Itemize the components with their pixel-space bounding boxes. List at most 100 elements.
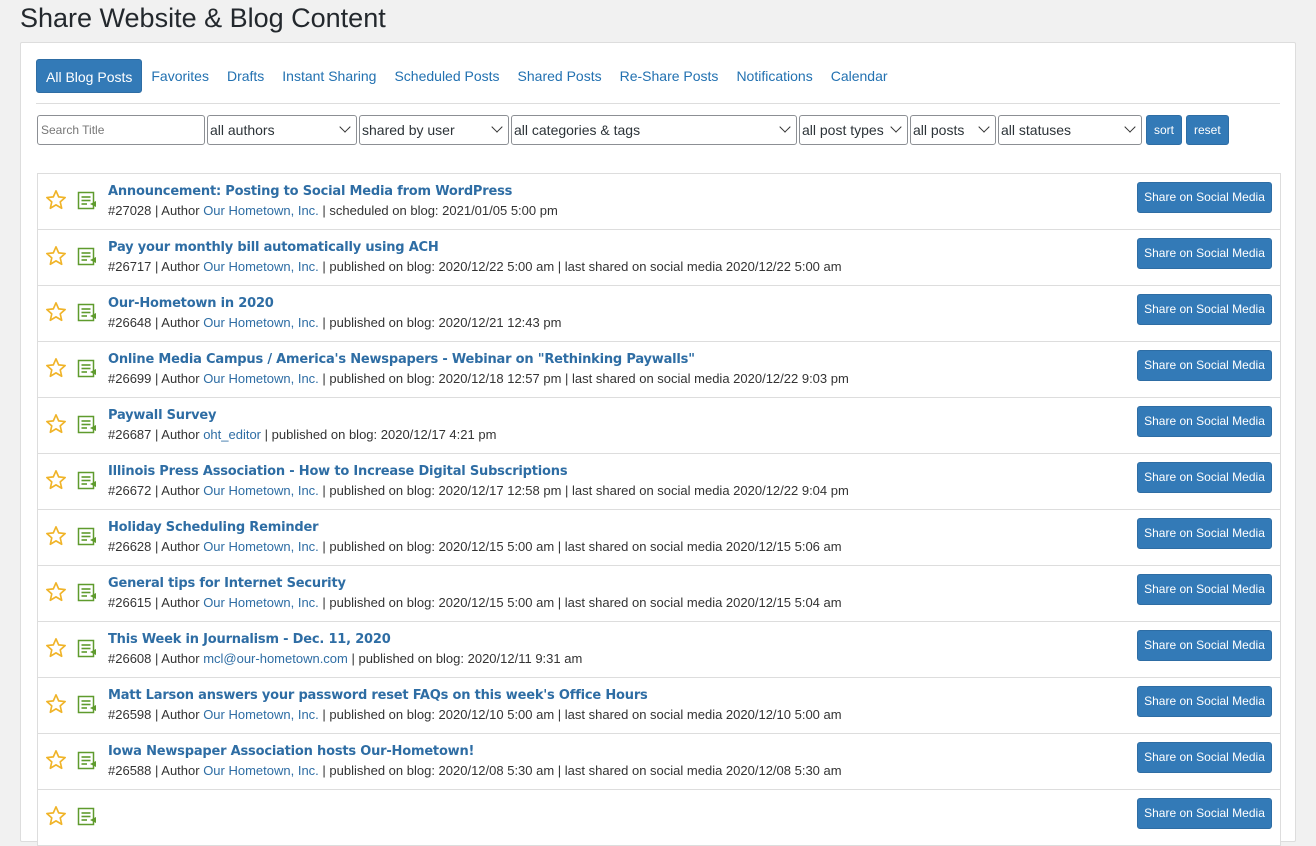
post-author-link[interactable]: Our Hometown, Inc.	[203, 595, 319, 610]
tab-all-blog-posts[interactable]: All Blog Posts	[36, 59, 143, 93]
star-icon[interactable]	[45, 189, 67, 211]
post-title-link[interactable]: Iowa Newspaper Association hosts Our-Hom…	[108, 744, 474, 759]
author-prefix: | Author	[151, 259, 204, 274]
post-id: #27028	[108, 203, 152, 218]
reset-button[interactable]: reset	[1186, 115, 1229, 145]
share-on-social-media-button[interactable]: Share on Social Media	[1137, 630, 1272, 661]
post-author-link[interactable]: Our Hometown, Inc.	[203, 371, 319, 386]
post-author-link[interactable]: Our Hometown, Inc.	[203, 539, 319, 554]
tab-re-share-posts[interactable]: Re-Share Posts	[611, 59, 728, 93]
share-on-social-media-button[interactable]: Share on Social Media	[1137, 798, 1272, 829]
star-icon[interactable]	[45, 581, 67, 603]
post-list: Announcement: Posting to Social Media fr…	[37, 173, 1281, 846]
post-status: | published on blog: 2020/12/11 9:31 am	[347, 651, 583, 666]
post-row: Online Media Campus / America's Newspape…	[38, 342, 1280, 398]
share-on-social-media-button[interactable]: Share on Social Media	[1137, 742, 1272, 773]
post-author-link[interactable]: Our Hometown, Inc.	[203, 763, 319, 778]
post-title-link[interactable]: Matt Larson answers your password reset …	[108, 688, 648, 703]
post-row: Paywall Survey #26687 | Author oht_edito…	[38, 398, 1280, 454]
categories-select-value: all categories & tags	[514, 122, 641, 138]
chevron-down-icon	[978, 121, 990, 133]
post-author-link[interactable]: Our Hometown, Inc.	[203, 315, 319, 330]
sort-button[interactable]: sort	[1146, 115, 1183, 145]
authors-select[interactable]: all authors	[207, 115, 357, 145]
star-icon[interactable]	[45, 525, 67, 547]
post-title-link[interactable]: Pay your monthly bill automatically usin…	[108, 240, 439, 255]
post-meta: #26615 | Author Our Hometown, Inc. | pub…	[108, 595, 842, 610]
post-status: | published on blog: 2020/12/22 5:00 am …	[318, 259, 842, 274]
posts-select[interactable]: all posts	[910, 115, 996, 145]
star-icon[interactable]	[45, 637, 67, 659]
post-document-icon	[77, 303, 96, 322]
post-meta: #26588 | Author Our Hometown, Inc. | pub…	[108, 763, 842, 778]
share-on-social-media-button[interactable]: Share on Social Media	[1137, 294, 1272, 325]
post-id: #26588	[108, 763, 152, 778]
post-id: #26628	[108, 539, 152, 554]
share-on-social-media-button[interactable]: Share on Social Media	[1137, 238, 1272, 269]
post-title-link[interactable]: Illinois Press Association - How to Incr…	[108, 464, 568, 479]
star-icon[interactable]	[45, 245, 67, 267]
post-title-link[interactable]: This Week in Journalism - Dec. 11, 2020	[108, 632, 391, 647]
share-on-social-media-button[interactable]: Share on Social Media	[1137, 182, 1272, 213]
search-title-input[interactable]	[37, 115, 205, 145]
star-icon[interactable]	[45, 413, 67, 435]
post-title-link[interactable]: Online Media Campus / America's Newspape…	[108, 352, 695, 367]
share-on-social-media-button[interactable]: Share on Social Media	[1137, 686, 1272, 717]
author-prefix: | Author	[151, 539, 204, 554]
statuses-select[interactable]: all statuses	[998, 115, 1142, 145]
share-on-social-media-button[interactable]: Share on Social Media	[1137, 350, 1272, 381]
post-author-link[interactable]: Our Hometown, Inc.	[203, 259, 319, 274]
post-title-link[interactable]: General tips for Internet Security	[108, 576, 346, 591]
tab-notifications[interactable]: Notifications	[727, 59, 821, 93]
post-title-link[interactable]: Holiday Scheduling Reminder	[108, 520, 319, 535]
share-on-social-media-button[interactable]: Share on Social Media	[1137, 518, 1272, 549]
page-title: Share Website & Blog Content	[20, 3, 386, 33]
post-document-icon	[77, 191, 96, 210]
post-id: #26608	[108, 651, 152, 666]
shared-by-select[interactable]: shared by user	[359, 115, 509, 145]
post-author-link[interactable]: Our Hometown, Inc.	[203, 203, 319, 218]
post-meta: #26687 | Author oht_editor | published o…	[108, 427, 496, 442]
post-document-icon	[77, 695, 96, 714]
post-document-icon	[77, 471, 96, 490]
post-row: This Week in Journalism - Dec. 11, 2020 …	[38, 622, 1280, 678]
star-icon[interactable]	[45, 693, 67, 715]
star-icon[interactable]	[45, 805, 67, 827]
tab-calendar[interactable]: Calendar	[822, 59, 897, 93]
post-id: #26648	[108, 315, 152, 330]
post-row: Holiday Scheduling Reminder #26628 | Aut…	[38, 510, 1280, 566]
post-id: #26717	[108, 259, 152, 274]
post-title-link[interactable]: Our-Hometown in 2020	[108, 296, 274, 311]
star-icon[interactable]	[45, 749, 67, 771]
categories-select[interactable]: all categories & tags	[511, 115, 797, 145]
post-row: Pay your monthly bill automatically usin…	[38, 230, 1280, 286]
tab-bar: All Blog Posts Favorites Drafts Instant …	[36, 59, 1280, 104]
post-meta: #26717 | Author Our Hometown, Inc. | pub…	[108, 259, 842, 274]
post-id: #26687	[108, 427, 152, 442]
tab-favorites[interactable]: Favorites	[142, 59, 218, 93]
post-author-link[interactable]: mcl@our-hometown.com	[203, 651, 348, 666]
post-author-link[interactable]: oht_editor	[203, 427, 261, 442]
post-author-link[interactable]: Our Hometown, Inc.	[203, 707, 319, 722]
post-status: | published on blog: 2020/12/17 12:58 pm…	[318, 483, 849, 498]
post-title-link[interactable]: Paywall Survey	[108, 408, 216, 423]
tab-shared-posts[interactable]: Shared Posts	[509, 59, 611, 93]
post-author-link[interactable]: Our Hometown, Inc.	[203, 483, 319, 498]
author-prefix: | Author	[151, 763, 204, 778]
post-document-icon	[77, 415, 96, 434]
post-status: | published on blog: 2020/12/15 5:00 am …	[318, 595, 842, 610]
post-title-link[interactable]: Announcement: Posting to Social Media fr…	[108, 184, 512, 199]
chevron-down-icon	[491, 121, 503, 133]
tab-instant-sharing[interactable]: Instant Sharing	[273, 59, 385, 93]
star-icon[interactable]	[45, 301, 67, 323]
tab-drafts[interactable]: Drafts	[218, 59, 273, 93]
share-on-social-media-button[interactable]: Share on Social Media	[1137, 406, 1272, 437]
share-on-social-media-button[interactable]: Share on Social Media	[1137, 462, 1272, 493]
share-on-social-media-button[interactable]: Share on Social Media	[1137, 574, 1272, 605]
star-icon[interactable]	[45, 357, 67, 379]
tab-scheduled-posts[interactable]: Scheduled Posts	[385, 59, 508, 93]
post-id: #26672	[108, 483, 152, 498]
post-types-select[interactable]: all post types	[799, 115, 908, 145]
star-icon[interactable]	[45, 469, 67, 491]
post-meta: #26648 | Author Our Hometown, Inc. | pub…	[108, 315, 561, 330]
